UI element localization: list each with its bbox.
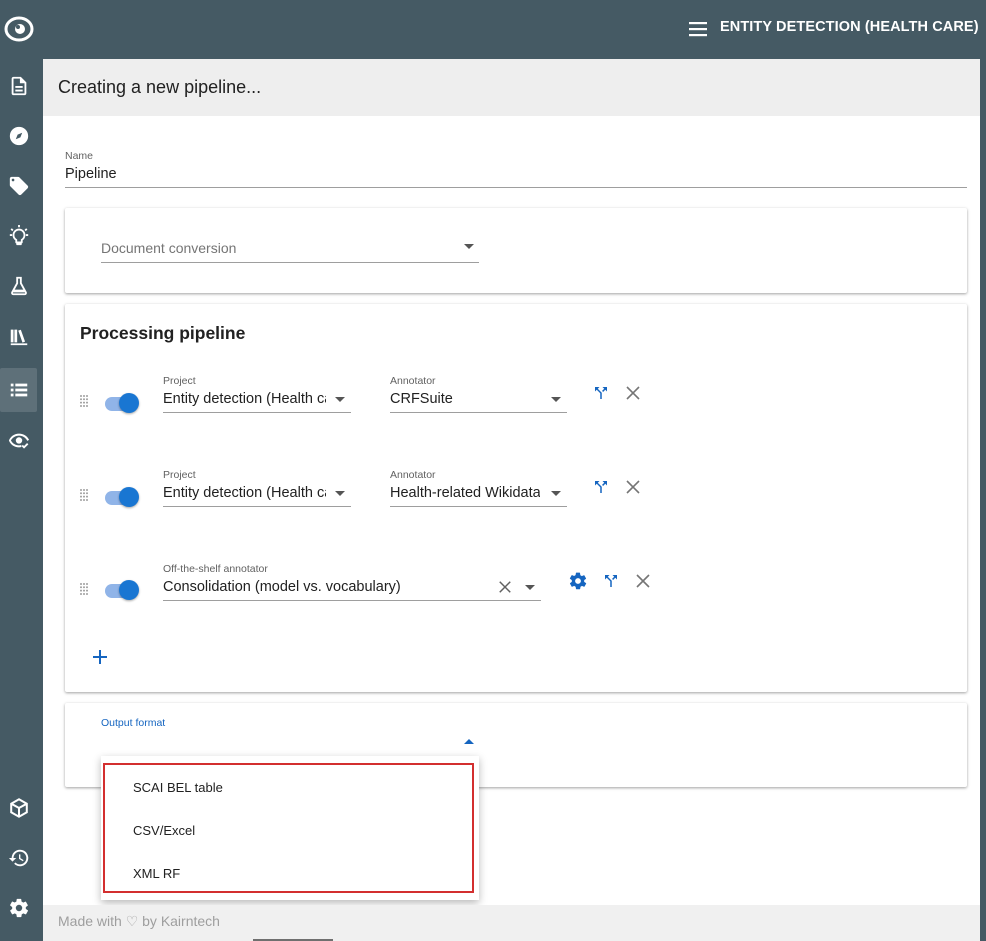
gear-icon bbox=[9, 898, 28, 918]
page-title: Creating a new pipeline... bbox=[58, 77, 262, 97]
chevron-up-icon[interactable] bbox=[464, 739, 474, 744]
processing-pipeline-title: Processing pipeline bbox=[80, 323, 246, 343]
fork-icon bbox=[605, 575, 617, 587]
offshelf-annotator-label: Off-the-shelf annotator bbox=[163, 563, 268, 575]
fork-button[interactable] bbox=[600, 570, 622, 592]
library-icon bbox=[10, 329, 27, 346]
sidebar bbox=[0, 0, 43, 941]
name-field-label: Name bbox=[65, 150, 94, 162]
fork-icon bbox=[595, 481, 607, 493]
footer: Made with ♡ by Kairntech bbox=[43, 905, 980, 941]
document-icon bbox=[11, 76, 26, 96]
annotator-select[interactable]: CRFSuite bbox=[390, 391, 540, 407]
sidebar-item-labels[interactable] bbox=[0, 164, 37, 208]
fork-icon bbox=[595, 387, 607, 399]
remove-step-button[interactable] bbox=[622, 382, 644, 404]
output-format-menu: SCAI BEL table CSV/Excel XML RF bbox=[101, 756, 479, 900]
project-underline bbox=[163, 506, 351, 507]
close-icon bbox=[626, 386, 640, 400]
close-icon bbox=[499, 581, 511, 593]
sidebar-item-library[interactable] bbox=[0, 314, 37, 358]
main-content: Creating a new pipeline... Name Pipeline… bbox=[43, 59, 980, 941]
drag-handle-icon[interactable] bbox=[79, 488, 89, 502]
output-format-option[interactable]: XML RF bbox=[133, 866, 180, 881]
project-label: Project bbox=[163, 375, 196, 387]
chevron-down-icon[interactable] bbox=[464, 244, 474, 249]
page-header: Creating a new pipeline... bbox=[43, 59, 980, 116]
document-conversion-card: Document conversion bbox=[65, 208, 967, 293]
sidebar-item-settings[interactable] bbox=[0, 886, 37, 930]
annotator-label: Annotator bbox=[390, 469, 436, 481]
configure-button[interactable] bbox=[567, 570, 589, 592]
offshelf-annotator-select[interactable]: Consolidation (model vs. vocabulary) bbox=[163, 579, 483, 595]
annotator-select[interactable]: Health-related Wikidata bbox=[390, 485, 540, 501]
chevron-down-icon[interactable] bbox=[335, 397, 345, 402]
remove-step-button[interactable] bbox=[622, 476, 644, 498]
offshelf-annotator-underline bbox=[163, 600, 541, 601]
app: ENTITY DETECTION (HEALTH CARE) Creating … bbox=[0, 0, 986, 941]
sidebar-item-history[interactable] bbox=[0, 836, 37, 880]
name-field[interactable]: Pipeline bbox=[65, 166, 945, 182]
sidebar-item-explore[interactable] bbox=[0, 114, 37, 158]
output-format-option[interactable]: SCAI BEL table bbox=[133, 780, 223, 795]
processing-pipeline-card: Processing pipeline Project Entity detec… bbox=[65, 304, 967, 692]
close-icon bbox=[626, 480, 640, 494]
document-conversion-select[interactable]: Document conversion bbox=[101, 240, 236, 256]
document-conversion-underline bbox=[101, 262, 479, 263]
fork-button[interactable] bbox=[590, 382, 612, 404]
clear-selection-button[interactable] bbox=[494, 576, 516, 598]
project-underline bbox=[163, 412, 351, 413]
project-select[interactable]: Entity detection (Health care) bbox=[163, 485, 326, 501]
name-field-underline bbox=[65, 187, 967, 188]
sidebar-item-review[interactable] bbox=[0, 418, 37, 462]
chevron-down-icon[interactable] bbox=[551, 491, 561, 496]
tag-icon bbox=[9, 176, 28, 196]
step-enabled-toggle[interactable] bbox=[103, 486, 139, 508]
drag-handle-icon[interactable] bbox=[79, 394, 89, 408]
sidebar-item-documents[interactable] bbox=[0, 64, 37, 108]
cube-icon bbox=[9, 798, 28, 818]
top-bar: ENTITY DETECTION (HEALTH CARE) bbox=[43, 0, 986, 59]
step-enabled-toggle[interactable] bbox=[103, 392, 139, 414]
project-title[interactable]: ENTITY DETECTION (HEALTH CARE) bbox=[720, 19, 979, 35]
project-select[interactable]: Entity detection (Health care) bbox=[163, 391, 326, 407]
annotator-underline bbox=[390, 506, 567, 507]
close-icon bbox=[636, 574, 650, 588]
remove-step-button[interactable] bbox=[632, 570, 654, 592]
chevron-down-icon[interactable] bbox=[335, 491, 345, 496]
chevron-down-icon[interactable] bbox=[525, 585, 535, 590]
output-format-label: Output format bbox=[101, 717, 166, 729]
step-enabled-toggle[interactable] bbox=[103, 579, 139, 601]
menu-icon[interactable] bbox=[688, 19, 710, 39]
chevron-down-icon[interactable] bbox=[551, 397, 561, 402]
history-icon bbox=[8, 849, 28, 867]
output-format-option[interactable]: CSV/Excel bbox=[133, 823, 195, 838]
plus-icon[interactable] bbox=[90, 647, 110, 667]
annotator-underline bbox=[390, 412, 567, 413]
eye-check-icon bbox=[8, 433, 29, 449]
eye-logo-icon[interactable] bbox=[4, 14, 34, 44]
sidebar-item-pipelines[interactable] bbox=[0, 368, 37, 412]
annotator-label: Annotator bbox=[390, 375, 436, 387]
sidebar-item-models[interactable] bbox=[0, 786, 37, 830]
settings-icon bbox=[569, 572, 587, 590]
project-label: Project bbox=[163, 469, 196, 481]
footer-text: Made with ♡ by Kairntech bbox=[58, 913, 220, 929]
fork-button[interactable] bbox=[590, 476, 612, 498]
flask-icon bbox=[10, 276, 27, 296]
drag-handle-icon[interactable] bbox=[79, 582, 89, 596]
lightbulb-icon bbox=[9, 225, 28, 246]
sidebar-item-experiments[interactable] bbox=[0, 264, 37, 308]
compass-icon bbox=[9, 126, 28, 146]
list-icon bbox=[10, 383, 27, 397]
sidebar-item-suggestions[interactable] bbox=[0, 214, 37, 258]
